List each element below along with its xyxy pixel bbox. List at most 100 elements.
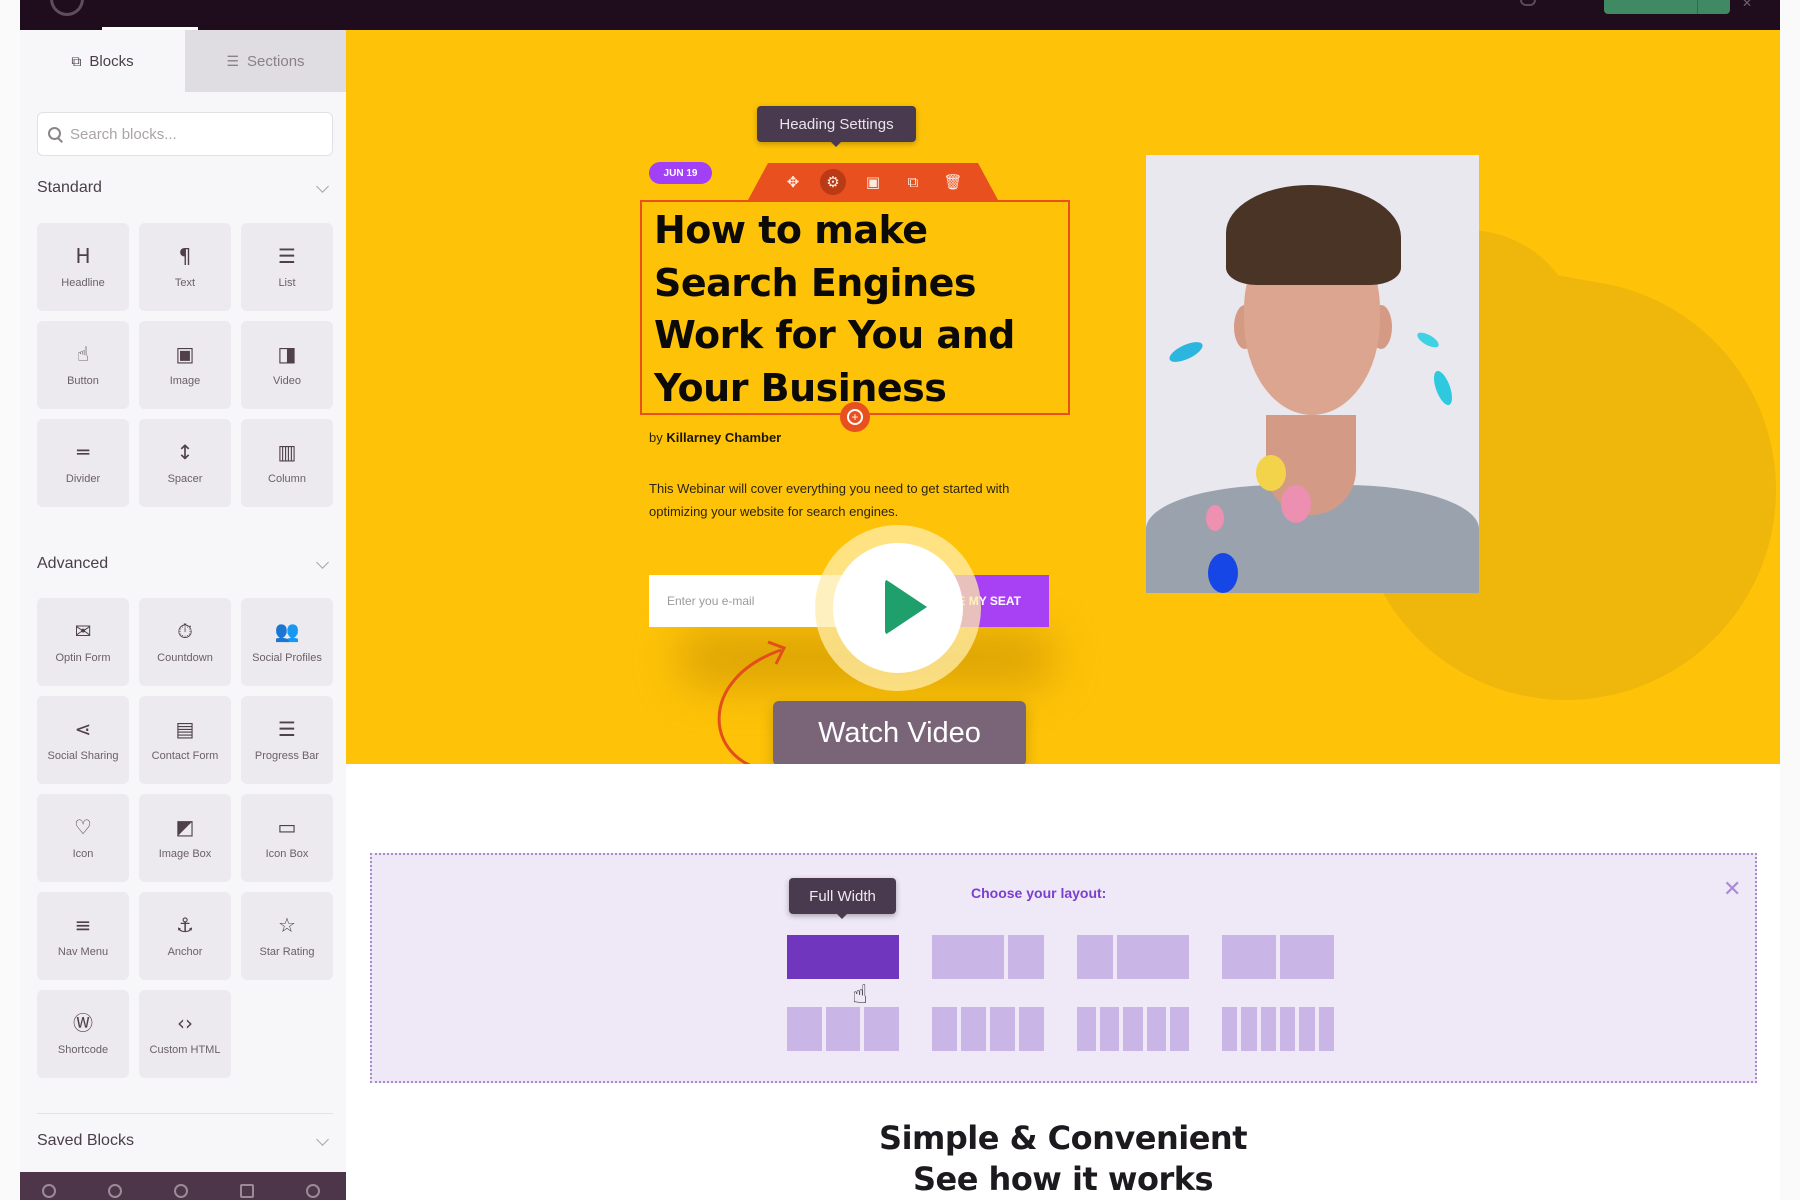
author-line: by Killarney Chamber [649,430,781,445]
standard-section-title: Standard [37,179,102,196]
standard-section-toggle[interactable]: Standard [37,176,333,200]
advanced-section-toggle[interactable]: Advanced [37,552,333,576]
block-label: Custom HTML [149,1044,221,1056]
block-progress-bar[interactable]: ☰ Progress Bar [241,696,333,784]
history-icon[interactable] [174,1184,188,1198]
layout-column [1077,935,1113,979]
help-icon[interactable] [1520,0,1536,6]
publish-button[interactable] [1604,0,1730,14]
block-shortcode[interactable]: Ⓦ Shortcode [37,990,129,1078]
block-label: Contact Form [151,750,219,762]
column-icon: ▥ [277,440,297,464]
date-badge: JUN 19 [649,162,712,184]
sidebar-divider [37,1113,333,1114]
hand-cursor-icon: ☝ [852,980,870,1010]
saved-blocks-toggle[interactable]: Saved Blocks [37,1129,333,1153]
block-image[interactable]: ▣ Image [139,321,231,409]
block-label: Anchor [167,946,203,958]
preview-icon[interactable] [306,1184,320,1198]
layout-option-sixths[interactable] [1222,1007,1334,1051]
wordpress-icon: Ⓦ [73,1011,93,1035]
section-heading: Simple & Convenient See how it works [346,1118,1780,1200]
close-editor-icon[interactable]: ✕ [1742,0,1752,9]
move-icon[interactable]: ✥ [780,169,806,195]
block-label: Icon [72,848,94,860]
choose-layout-title: Choose your layout: [971,885,1107,901]
layout-option-halves[interactable] [1222,935,1334,979]
share-icon: ⋖ [74,717,92,741]
block-icon-box[interactable]: ▭ Icon Box [241,794,333,882]
settings-icon[interactable]: ⚙ [820,168,846,195]
sidebar-footer-toolbar [20,1172,346,1200]
nav-tab-page-settings[interactable]: Page Settings [360,0,470,30]
nav-tab-content[interactable]: Content [240,0,320,30]
advanced-section-title: Advanced [37,555,109,572]
block-label: Social Profiles [252,652,322,664]
layout-option-thirds[interactable] [787,1007,899,1051]
block-image-box[interactable]: ◩ Image Box [139,794,231,882]
layout-column [990,1007,1015,1051]
block-label: Image Box [158,848,212,860]
tab-blocks[interactable]: ⧉ Blocks [20,30,185,92]
block-star-rating[interactable]: ☆ Star Rating [241,892,333,980]
delete-icon[interactable]: 🗑 [940,169,966,195]
paint-dot [1281,485,1311,523]
nav-tab-design[interactable]: Design [102,0,198,30]
layout-option-quarters[interactable] [932,1007,1044,1051]
spacer-icon: ↕ [176,440,194,464]
block-countdown[interactable]: ⏱ Countdown [139,598,231,686]
settings-icon[interactable] [42,1184,56,1198]
paint-dot [1430,368,1456,408]
block-headline[interactable]: H Headline [37,223,129,311]
block-list[interactable]: ☰ List [241,223,333,311]
search-blocks-input[interactable] [70,125,310,143]
block-nav-menu[interactable]: ≡ Nav Menu [37,892,129,980]
mobile-preview-icon[interactable] [240,1184,254,1198]
block-social-profiles[interactable]: 👥 Social Profiles [241,598,333,686]
layout-column [932,1007,957,1051]
home-icon[interactable] [108,1184,122,1198]
block-button[interactable]: ☝ Button [37,321,129,409]
block-label: Progress Bar [254,750,320,762]
page-canvas: Heading Settings JUN 19 ✥ ⚙ ▣ ⧉ 🗑 How to… [346,30,1780,1200]
full-width-tooltip: Full Width [789,878,896,919]
block-column[interactable]: ▥ Column [241,419,333,507]
block-social-sharing[interactable]: ⋖ Social Sharing [37,696,129,784]
block-divider[interactable]: ═ Divider [37,419,129,507]
standard-blocks-grid: H Headline ¶ Text ☰ List ☝ Button ▣ Image ◨ Video ═ D… [37,223,333,507]
block-spacer[interactable]: ↕ Spacer [139,419,231,507]
block-label: Spacer [167,473,203,485]
tab-sections[interactable]: ☰ Sections [185,30,346,92]
hero-heading[interactable]: How to make Search Engines Work for You … [654,204,1064,414]
close-icon[interactable]: ✕ [1723,877,1741,902]
heading-settings-tooltip: Heading Settings [757,106,916,147]
block-text[interactable]: ¶ Text [139,223,231,311]
add-block-below-button[interactable]: + [840,402,870,432]
search-icon [48,127,62,141]
speaker-photo[interactable] [1146,155,1479,593]
layout-column [864,1007,899,1051]
heading-block-selected[interactable]: How to make Search Engines Work for You … [640,200,1070,415]
layout-option-fifths[interactable] [1077,1007,1189,1051]
layout-option-one-third-two-thirds[interactable] [1077,935,1189,979]
layout-column [1169,1007,1189,1051]
block-contact-form[interactable]: ▤ Contact Form [139,696,231,784]
block-icon[interactable]: ♡ Icon [37,794,129,882]
play-video-button[interactable] [833,543,963,673]
layout-option-full-width[interactable] [787,935,899,979]
section-heading-line2: See how it works [912,1160,1214,1198]
anchor-icon: ⚓ [176,913,194,937]
block-anchor[interactable]: ⚓ Anchor [139,892,231,980]
blocks-icon: ⧉ [71,52,82,69]
block-optin-form[interactable]: ✉ Optin Form [37,598,129,686]
search-blocks-field[interactable] [37,112,333,156]
save-icon[interactable]: ▣ [860,169,886,195]
layout-option-two-thirds-one-third[interactable] [932,935,1044,979]
block-label: List [278,277,296,289]
watch-video-button[interactable]: Watch Video [773,701,1026,764]
block-label: Button [67,375,99,387]
block-custom-html[interactable]: ‹› Custom HTML [139,990,231,1078]
hero-section[interactable]: Heading Settings JUN 19 ✥ ⚙ ▣ ⧉ 🗑 How to… [346,30,1780,764]
block-video[interactable]: ◨ Video [241,321,333,409]
duplicate-icon[interactable]: ⧉ [900,169,926,195]
